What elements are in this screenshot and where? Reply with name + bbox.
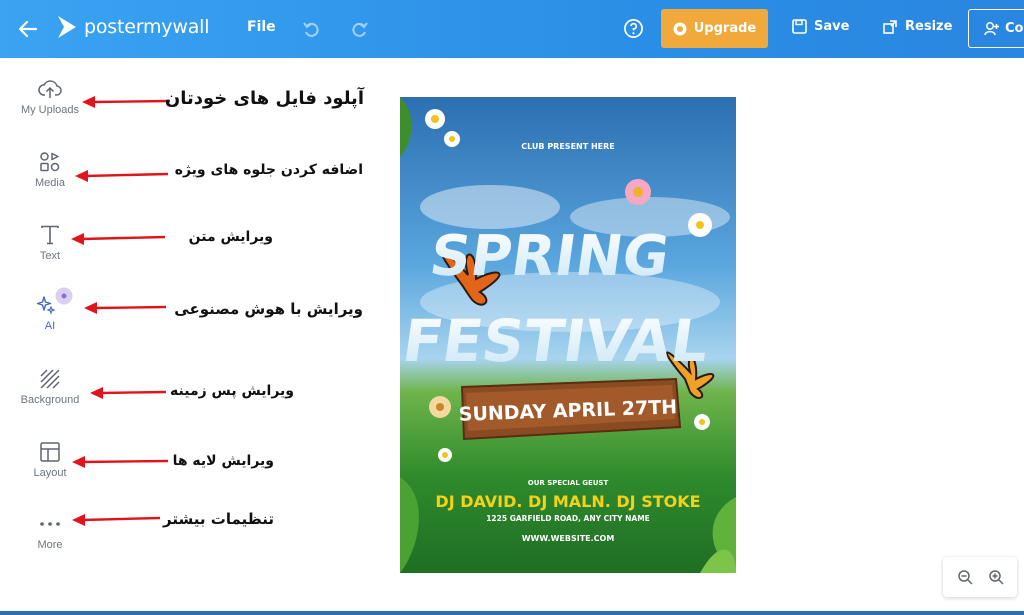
upgrade-badge-icon bbox=[673, 22, 687, 35]
annotation-ai: ویرایش با هوش مصنوعی bbox=[174, 300, 363, 318]
annotation-media: اضافه کردن جلوه های ویژه bbox=[174, 162, 363, 178]
help-icon[interactable] bbox=[623, 18, 644, 39]
hatched-background-icon bbox=[40, 369, 60, 389]
annotation-arrow-icon bbox=[84, 302, 167, 314]
sidebar-item-my-uploads[interactable]: My Uploads bbox=[12, 78, 88, 116]
back-arrow-icon[interactable] bbox=[16, 17, 40, 41]
upgrade-button[interactable]: Upgrade bbox=[661, 9, 768, 48]
zoom-controls bbox=[943, 557, 1017, 597]
file-menu[interactable]: File bbox=[247, 19, 276, 35]
zoom-in-icon[interactable] bbox=[988, 569, 1004, 585]
annotation-more-settings: تنظیمات بیشتر bbox=[163, 510, 274, 528]
sidebar-item-label: AI bbox=[44, 320, 56, 332]
annotation-arrow-icon bbox=[75, 170, 169, 182]
logo-mark-icon bbox=[58, 16, 76, 38]
poster-djs: DJ DAVID. DJ MALN. DJ STOKE bbox=[435, 492, 700, 511]
poster-title-festival: FESTIVAL bbox=[400, 307, 713, 375]
sidebar-item-label: Text bbox=[39, 250, 61, 262]
sidebar-item-label: More bbox=[37, 539, 63, 551]
poster-canvas[interactable]: CLUB PRESENT HERE SPRING FESTIVAL SUNDAY… bbox=[400, 97, 736, 573]
resize-button[interactable]: Resize bbox=[883, 19, 952, 34]
resize-icon bbox=[883, 20, 897, 34]
bottom-edge-bar bbox=[0, 611, 1024, 615]
sidebar-item-label: Layout bbox=[33, 467, 67, 479]
poster-artwork: CLUB PRESENT HERE SPRING FESTIVAL SUNDAY… bbox=[400, 97, 736, 573]
redo-icon[interactable] bbox=[349, 19, 369, 39]
annotation-arrow-icon bbox=[72, 514, 161, 526]
poster-address: 1225 GARFIELD ROAD, ANY CITY NAME bbox=[486, 514, 650, 523]
annotation-arrow-icon bbox=[71, 233, 166, 245]
sidebar-item-label: Background bbox=[20, 394, 80, 406]
save-label: Save bbox=[814, 19, 850, 34]
zoom-out-icon[interactable] bbox=[957, 569, 973, 585]
sparkle-icon bbox=[36, 296, 56, 315]
annotation-background: ویرایش پس زمینه bbox=[170, 383, 294, 399]
annotation-layers: ویرایش لایه ها bbox=[172, 453, 274, 469]
upgrade-label: Upgrade bbox=[693, 21, 757, 36]
text-t-icon bbox=[41, 225, 59, 245]
undo-icon[interactable] bbox=[302, 19, 322, 39]
layout-icon bbox=[40, 442, 60, 462]
annotation-uploads: آپلود فایل های خودتان bbox=[164, 88, 364, 109]
upload-cloud-icon bbox=[38, 80, 62, 98]
save-button[interactable]: Save bbox=[792, 19, 849, 34]
poster-guest-heading: OUR SPECIAL GEUST bbox=[528, 479, 609, 487]
brand-logo[interactable]: postermywall bbox=[56, 14, 209, 40]
annotation-arrow-icon bbox=[72, 456, 169, 468]
media-grid-icon bbox=[40, 152, 60, 172]
ellipsis-icon bbox=[40, 522, 60, 526]
collaborate-button[interactable]: Co bbox=[968, 9, 1024, 48]
new-badge-dot-icon bbox=[55, 287, 73, 305]
sidebar-item-label: Media bbox=[35, 177, 65, 189]
save-icon bbox=[792, 19, 807, 34]
poster-website: WWW.WEBSITE.COM bbox=[522, 534, 615, 543]
sidebar-item-background[interactable]: Background bbox=[12, 368, 88, 406]
resize-label: Resize bbox=[905, 19, 953, 34]
annotation-arrow-icon bbox=[90, 387, 167, 399]
ai-icon-wrap bbox=[28, 287, 73, 316]
top-bar: postermywall File Upgrade Save Resize Co bbox=[0, 0, 1024, 58]
annotation-arrow-icon bbox=[82, 96, 171, 108]
sidebar-item-ai[interactable]: AI bbox=[12, 287, 88, 332]
add-user-icon bbox=[984, 22, 999, 36]
poster-club-line: CLUB PRESENT HERE bbox=[521, 142, 615, 151]
poster-title-spring: SPRING bbox=[426, 224, 673, 289]
collaborate-label: Co bbox=[1005, 21, 1024, 36]
annotation-text: ویرایش متن bbox=[188, 229, 273, 245]
brand-name: postermywall bbox=[84, 16, 210, 38]
sidebar-item-label: My Uploads bbox=[20, 104, 80, 116]
